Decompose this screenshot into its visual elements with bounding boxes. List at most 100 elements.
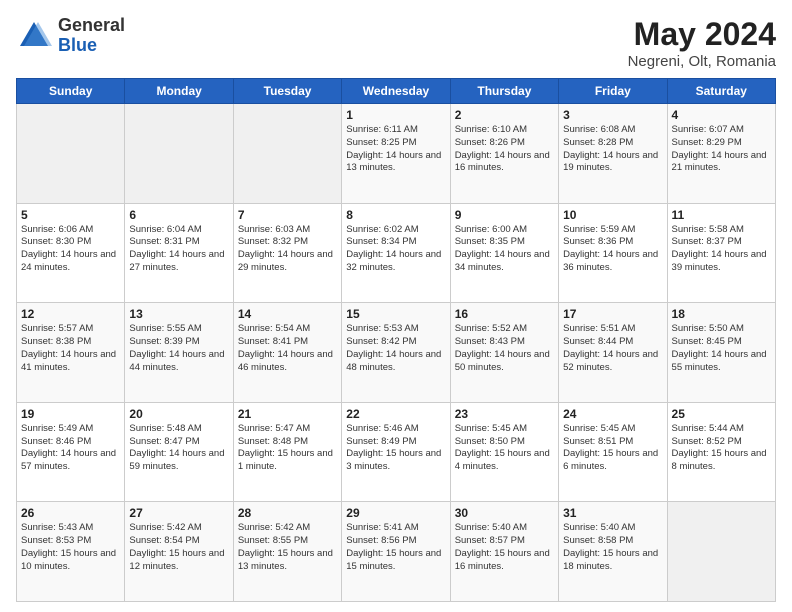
- calendar-week-row: 12Sunrise: 5:57 AM Sunset: 8:38 PM Dayli…: [17, 303, 776, 403]
- page: General Blue May 2024 Negreni, Olt, Roma…: [0, 0, 792, 612]
- table-row: 9Sunrise: 6:00 AM Sunset: 8:35 PM Daylig…: [450, 203, 558, 303]
- table-row: [667, 502, 775, 602]
- table-row: 28 Sunrise: 5:42 AM Sunset: 8:55 PM Dayli…: [233, 502, 341, 602]
- day-number: 15: [346, 307, 445, 321]
- table-row: 20 Sunrise: 5:48 AM Sunset: 8:47 PM Dayli…: [125, 402, 233, 502]
- table-row: 16 Sunrise: 5:52 AM Sunset: 8:43 PM Dayli…: [450, 303, 558, 403]
- day-info: Sunrise: 6:10 AM Sunset: 8:26 PM Dayligh…: [455, 124, 554, 175]
- title-block: May 2024 Negreni, Olt, Romania: [628, 16, 776, 70]
- table-row: 13 Sunrise: 5:55 AM Sunset: 8:39 PM Dayli…: [125, 303, 233, 403]
- table-row: 31Sunrise: 5:40 AM Sunset: 8:58 PM Dayli…: [559, 502, 667, 602]
- day-number: 9: [455, 208, 554, 222]
- day-number: 24: [563, 407, 662, 421]
- table-row: 23Sunrise: 5:45 AM Sunset: 8:50 PM Dayli…: [450, 402, 558, 502]
- calendar-header-row: Sunday Monday Tuesday Wednesday Thursday…: [17, 79, 776, 104]
- table-row: 18 Sunrise: 5:50 AM Sunset: 8:45 PM Dayli…: [667, 303, 775, 403]
- day-info: Sunrise: 5:54 AM Sunset: 8:41 PM Dayligh…: [238, 323, 337, 374]
- table-row: 19 Sunrise: 5:49 AM Sunset: 8:46 PM Dayli…: [17, 402, 125, 502]
- header: General Blue May 2024 Negreni, Olt, Roma…: [16, 16, 776, 70]
- day-info: Sunrise: 5:55 AM Sunset: 8:39 PM Dayligh…: [129, 323, 228, 374]
- table-row: 22 Sunrise: 5:46 AM Sunset: 8:49 PM Dayli…: [342, 402, 450, 502]
- day-info: Sunrise: 6:08 AM Sunset: 8:28 PM Dayligh…: [563, 124, 662, 175]
- table-row: 8Sunrise: 6:02 AM Sunset: 8:34 PM Daylig…: [342, 203, 450, 303]
- day-number: 27: [129, 506, 228, 520]
- col-saturday: Saturday: [667, 79, 775, 104]
- col-wednesday: Wednesday: [342, 79, 450, 104]
- table-row: 6 Sunrise: 6:04 AM Sunset: 8:31 PM Daylig…: [125, 203, 233, 303]
- table-row: [17, 104, 125, 204]
- calendar-week-row: 19 Sunrise: 5:49 AM Sunset: 8:46 PM Dayli…: [17, 402, 776, 502]
- table-row: 7 Sunrise: 6:03 AM Sunset: 8:32 PM Daylig…: [233, 203, 341, 303]
- day-number: 2: [455, 108, 554, 122]
- day-number: 20: [129, 407, 228, 421]
- col-thursday: Thursday: [450, 79, 558, 104]
- day-info: Sunrise: 5:49 AM Sunset: 8:46 PM Dayligh…: [21, 423, 120, 474]
- table-row: 14 Sunrise: 5:54 AM Sunset: 8:41 PM Dayli…: [233, 303, 341, 403]
- day-info: Sunrise: 5:41 AM Sunset: 8:56 PM Dayligh…: [346, 522, 445, 573]
- table-row: 15 Sunrise: 5:53 AM Sunset: 8:42 PM Dayli…: [342, 303, 450, 403]
- calendar-table: Sunday Monday Tuesday Wednesday Thursday…: [16, 78, 776, 602]
- day-info: Sunrise: 5:48 AM Sunset: 8:47 PM Dayligh…: [129, 423, 228, 474]
- day-number: 1: [346, 108, 445, 122]
- table-row: 26 Sunrise: 5:43 AM Sunset: 8:53 PM Dayli…: [17, 502, 125, 602]
- day-info: Sunrise: 5:47 AM Sunset: 8:48 PM Dayligh…: [238, 423, 337, 474]
- day-info: Sunrise: 5:46 AM Sunset: 8:49 PM Dayligh…: [346, 423, 445, 474]
- calendar-week-row: 26 Sunrise: 5:43 AM Sunset: 8:53 PM Dayli…: [17, 502, 776, 602]
- table-row: [125, 104, 233, 204]
- day-number: 19: [21, 407, 120, 421]
- day-info: Sunrise: 5:40 AM Sunset: 8:58 PM Dayligh…: [563, 522, 662, 573]
- day-info: Sunrise: 5:53 AM Sunset: 8:42 PM Dayligh…: [346, 323, 445, 374]
- day-info: Sunrise: 6:02 AM Sunset: 8:34 PM Dayligh…: [346, 224, 445, 275]
- table-row: 27 Sunrise: 5:42 AM Sunset: 8:54 PM Dayli…: [125, 502, 233, 602]
- logo-blue-text: Blue: [58, 36, 125, 56]
- day-number: 5: [21, 208, 120, 222]
- day-info: Sunrise: 5:51 AM Sunset: 8:44 PM Dayligh…: [563, 323, 662, 374]
- day-number: 3: [563, 108, 662, 122]
- table-row: 5 Sunrise: 6:06 AM Sunset: 8:30 PM Daylig…: [17, 203, 125, 303]
- table-row: 3 Sunrise: 6:08 AM Sunset: 8:28 PM Daylig…: [559, 104, 667, 204]
- day-number: 23: [455, 407, 554, 421]
- table-row: 29 Sunrise: 5:41 AM Sunset: 8:56 PM Dayli…: [342, 502, 450, 602]
- day-info: Sunrise: 5:42 AM Sunset: 8:54 PM Dayligh…: [129, 522, 228, 573]
- day-info: Sunrise: 5:45 AM Sunset: 8:51 PM Dayligh…: [563, 423, 662, 474]
- col-friday: Friday: [559, 79, 667, 104]
- title-month: May 2024: [628, 16, 776, 53]
- day-info: Sunrise: 5:50 AM Sunset: 8:45 PM Dayligh…: [672, 323, 771, 374]
- day-number: 22: [346, 407, 445, 421]
- day-number: 18: [672, 307, 771, 321]
- table-row: 12Sunrise: 5:57 AM Sunset: 8:38 PM Dayli…: [17, 303, 125, 403]
- day-info: Sunrise: 5:58 AM Sunset: 8:37 PM Dayligh…: [672, 224, 771, 275]
- day-number: 21: [238, 407, 337, 421]
- logo-text: General Blue: [58, 16, 125, 56]
- day-info: Sunrise: 6:03 AM Sunset: 8:32 PM Dayligh…: [238, 224, 337, 275]
- day-number: 14: [238, 307, 337, 321]
- day-number: 16: [455, 307, 554, 321]
- day-number: 13: [129, 307, 228, 321]
- day-number: 7: [238, 208, 337, 222]
- day-info: Sunrise: 6:06 AM Sunset: 8:30 PM Dayligh…: [21, 224, 120, 275]
- day-number: 17: [563, 307, 662, 321]
- logo: General Blue: [16, 16, 125, 56]
- table-row: 25 Sunrise: 5:44 AM Sunset: 8:52 PM Dayli…: [667, 402, 775, 502]
- day-info: Sunrise: 5:42 AM Sunset: 8:55 PM Dayligh…: [238, 522, 337, 573]
- table-row: [233, 104, 341, 204]
- day-number: 28: [238, 506, 337, 520]
- day-info: Sunrise: 5:44 AM Sunset: 8:52 PM Dayligh…: [672, 423, 771, 474]
- day-info: Sunrise: 6:07 AM Sunset: 8:29 PM Dayligh…: [672, 124, 771, 175]
- day-info: Sunrise: 5:52 AM Sunset: 8:43 PM Dayligh…: [455, 323, 554, 374]
- day-number: 25: [672, 407, 771, 421]
- day-number: 6: [129, 208, 228, 222]
- day-info: Sunrise: 6:04 AM Sunset: 8:31 PM Dayligh…: [129, 224, 228, 275]
- col-tuesday: Tuesday: [233, 79, 341, 104]
- day-number: 30: [455, 506, 554, 520]
- day-number: 12: [21, 307, 120, 321]
- day-info: Sunrise: 5:43 AM Sunset: 8:53 PM Dayligh…: [21, 522, 120, 573]
- col-sunday: Sunday: [17, 79, 125, 104]
- day-number: 11: [672, 208, 771, 222]
- table-row: 10Sunrise: 5:59 AM Sunset: 8:36 PM Dayli…: [559, 203, 667, 303]
- day-number: 26: [21, 506, 120, 520]
- table-row: 17 Sunrise: 5:51 AM Sunset: 8:44 PM Dayli…: [559, 303, 667, 403]
- day-number: 29: [346, 506, 445, 520]
- table-row: 21 Sunrise: 5:47 AM Sunset: 8:48 PM Dayli…: [233, 402, 341, 502]
- calendar-week-row: 5 Sunrise: 6:06 AM Sunset: 8:30 PM Daylig…: [17, 203, 776, 303]
